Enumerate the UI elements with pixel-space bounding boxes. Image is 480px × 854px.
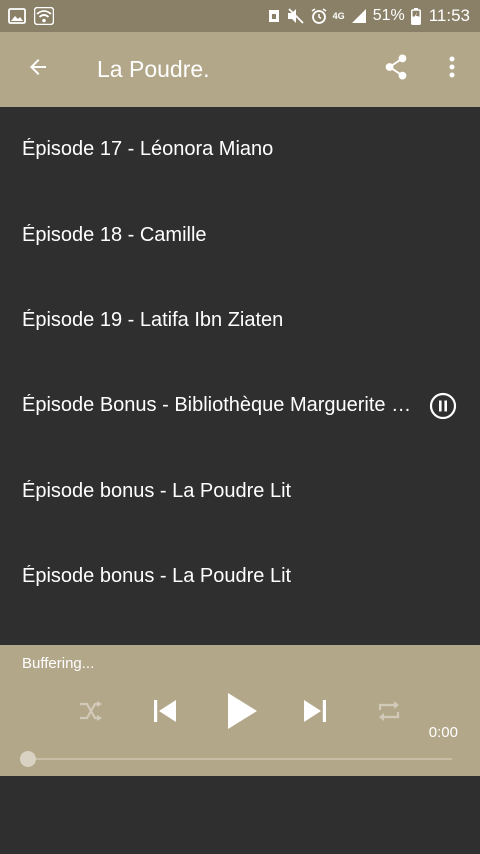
repeat-icon (376, 698, 402, 729)
back-button[interactable] (0, 32, 75, 107)
list-item[interactable]: Épisode bonus - La Poudre Lit (0, 449, 480, 534)
episode-title: Épisode Bonus - Bibliothèque Marguerite … (22, 394, 412, 417)
media-player: Buffering... 0:00 (0, 645, 480, 776)
seek-thumb[interactable] (20, 751, 36, 767)
player-status: Buffering... (22, 655, 95, 672)
status-bar: 4G 51% 11:53 (0, 0, 480, 32)
episode-title: Épisode bonus - La Poudre Lit (22, 479, 292, 502)
share-icon (383, 53, 409, 86)
app-title: La Poudre. (97, 56, 210, 82)
status-right-icons: 4G 51% 11:53 (267, 6, 480, 26)
status-left-icons (0, 7, 54, 25)
signal-icon (351, 8, 367, 24)
episode-list: Épisode 17 - Léonora Miano Épisode 18 - … (0, 107, 480, 619)
play-icon (226, 692, 258, 735)
list-item-now-playing[interactable]: Épisode Bonus - Bibliothèque Marguerite … (0, 363, 480, 448)
next-button[interactable] (287, 685, 343, 741)
previous-button[interactable] (137, 685, 193, 741)
shuffle-icon (78, 700, 104, 727)
lock-screen-icon (267, 8, 281, 24)
skip-next-icon (302, 698, 328, 729)
episode-title: Épisode 17 - Léonora Miano (22, 138, 274, 161)
clock: 11:53 (428, 6, 470, 25)
skip-previous-icon (152, 698, 178, 729)
more-vert-icon (448, 55, 456, 84)
seek-bar[interactable] (20, 751, 452, 767)
repeat-button[interactable] (361, 685, 417, 741)
bottom-empty-area (0, 776, 480, 854)
list-item[interactable]: Épisode 19 - Latifa Ibn Ziaten (0, 278, 480, 363)
battery-charging-icon (410, 7, 421, 25)
list-item[interactable]: Épisode 17 - Léonora Miano (0, 107, 480, 192)
pause-circle-icon[interactable] (428, 391, 458, 421)
app-bar-actions (368, 32, 480, 107)
gallery-notification-icon (8, 8, 26, 24)
wifi-notification-icon (34, 7, 54, 25)
episode-title: Épisode bonus - La Poudre Lit (22, 565, 292, 588)
player-controls (0, 685, 480, 741)
shuffle-button[interactable] (63, 685, 119, 741)
mute-icon (287, 8, 305, 24)
episode-title: Épisode 18 - Camille (22, 223, 207, 246)
more-options-button[interactable] (424, 32, 480, 107)
elapsed-time: 0:00 (428, 724, 458, 741)
list-item[interactable]: Épisode bonus - La Poudre Lit (0, 534, 480, 619)
episode-title: Épisode 19 - Latifa Ibn Ziaten (22, 308, 284, 331)
alarm-icon (311, 8, 327, 24)
list-item[interactable]: Épisode 18 - Camille (0, 192, 480, 277)
network-type-label: 4G (332, 11, 345, 21)
back-arrow-icon (26, 55, 50, 84)
share-button[interactable] (368, 32, 424, 107)
play-button[interactable] (212, 685, 272, 741)
app-bar: La Poudre. (0, 32, 480, 107)
battery-percentage: 51% (372, 7, 405, 24)
